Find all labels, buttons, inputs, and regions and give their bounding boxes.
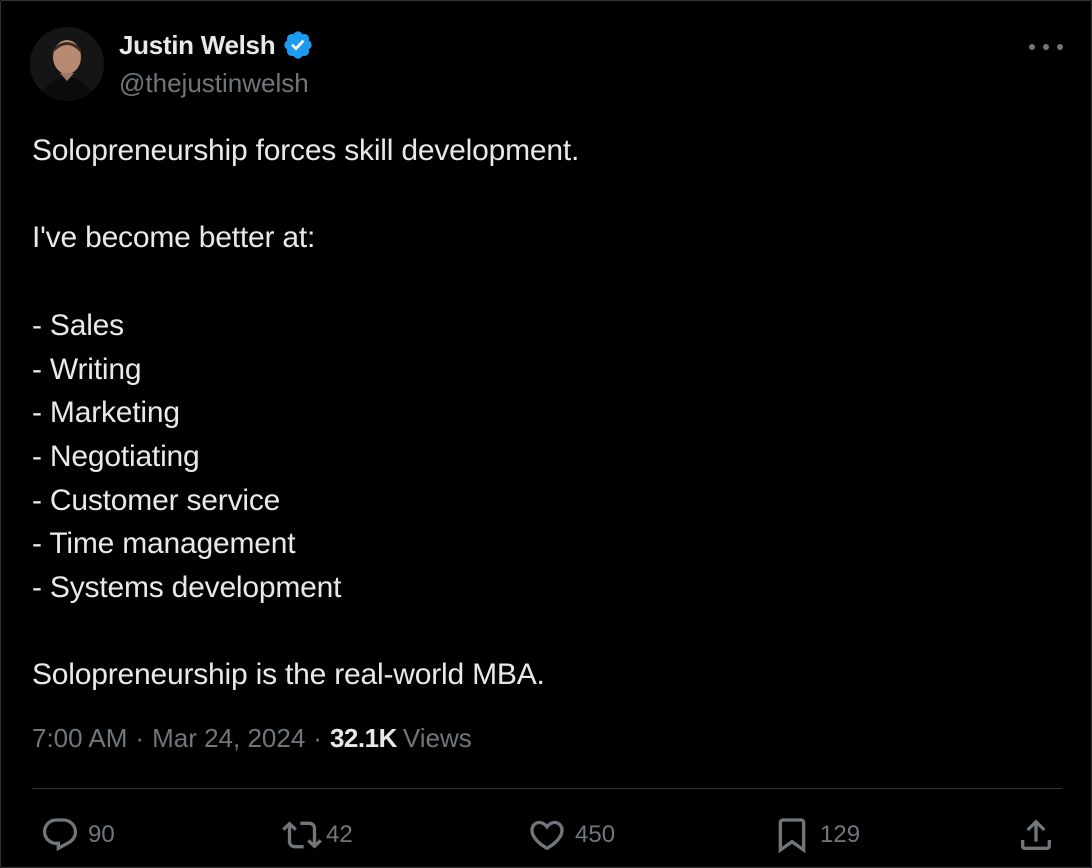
share-button[interactable] (1016, 807, 1056, 863)
more-dot (1043, 44, 1049, 50)
avatar-image (30, 27, 104, 101)
tweet-date[interactable]: Mar 24, 2024 (152, 723, 305, 754)
share-icon (1021, 819, 1051, 850)
views-count[interactable]: 32.1K (330, 723, 397, 754)
author-handle[interactable]: @thejustinwelsh (119, 68, 309, 99)
author-display-name[interactable]: Justin Welsh (119, 29, 314, 61)
more-dot (1029, 44, 1035, 50)
author-name-text[interactable]: Justin Welsh (119, 30, 276, 61)
like-button[interactable]: 450 (527, 807, 615, 863)
reply-button[interactable]: 90 (40, 807, 115, 863)
tweet-time[interactable]: 7:00 AM (32, 723, 127, 754)
reply-icon (42, 818, 78, 852)
repost-button[interactable]: 42 (282, 807, 353, 863)
divider (32, 788, 1062, 789)
tweet-actions: 90 42 450 129 (32, 807, 1062, 863)
bookmark-count: 129 (820, 821, 861, 848)
more-dot (1057, 44, 1063, 50)
tweet-card: Justin Welsh @thejustinwelsh Solopreneur… (0, 0, 1092, 868)
meta-separator: · (313, 723, 322, 753)
verified-badge-icon[interactable] (282, 29, 314, 61)
reply-count: 90 (88, 821, 115, 848)
avatar[interactable] (30, 27, 104, 101)
heart-icon (530, 820, 564, 851)
tweet-text: Solopreneurship forces skill development… (32, 134, 580, 692)
more-options-icon[interactable] (1029, 35, 1063, 59)
tweet-meta: 7:00 AM · Mar 24, 2024 · 32.1K Views (32, 723, 472, 754)
repost-count: 42 (326, 821, 353, 848)
views-label[interactable]: Views (403, 723, 472, 754)
repost-icon (282, 821, 322, 849)
bookmark-button[interactable]: 129 (772, 807, 860, 863)
like-count: 450 (575, 821, 616, 848)
meta-separator: · (135, 723, 145, 753)
bookmark-icon (778, 818, 806, 854)
